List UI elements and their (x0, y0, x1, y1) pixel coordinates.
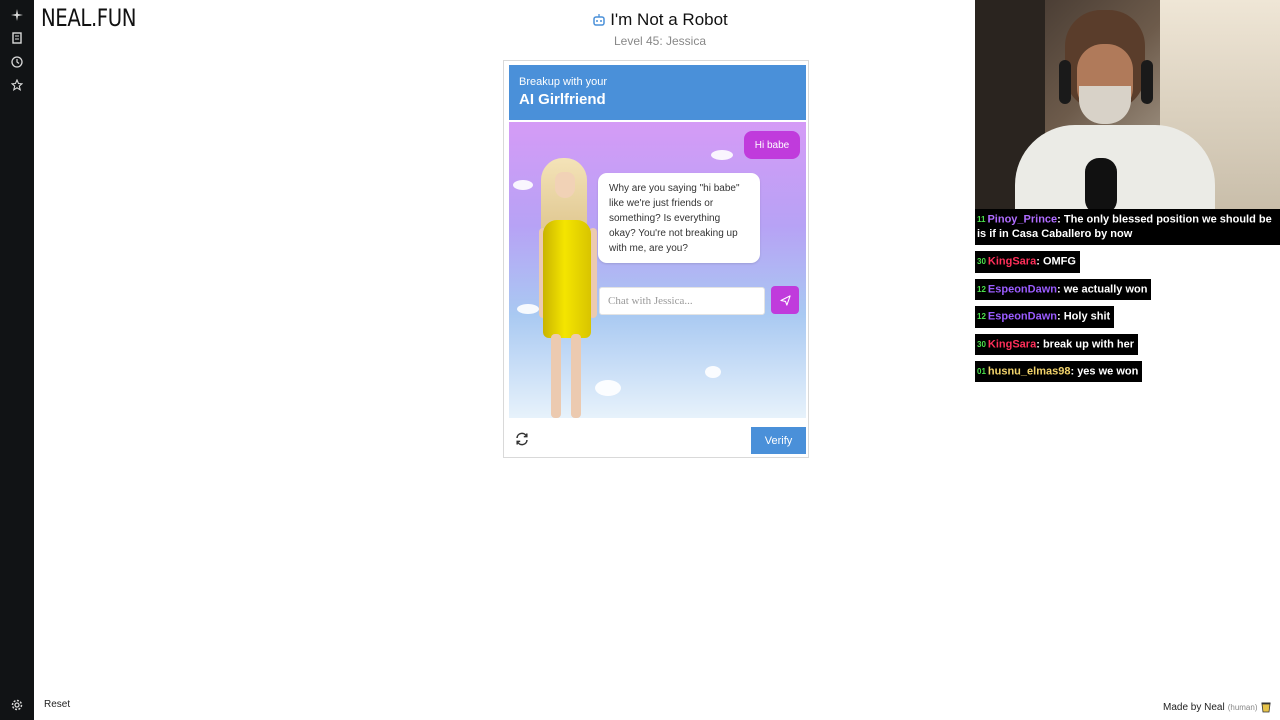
chat-text: yes we won (1077, 365, 1139, 378)
chat-text: OMFG (1042, 255, 1076, 268)
subscriber-badge-icon: 12 (977, 312, 986, 322)
chat-message: 30 KingSara: break up with her (975, 333, 1139, 356)
chat-input[interactable] (599, 287, 765, 315)
ai-girlfriend-avatar (531, 158, 601, 418)
chat-username[interactable]: KingSara (988, 256, 1036, 268)
page-title: I'm Not a Robot (560, 10, 760, 30)
chat-username[interactable]: Pinoy_Prince (987, 213, 1057, 225)
subscriber-badge-icon: 30 (977, 257, 986, 267)
chat-message: 12 EspeonDawn: Holy shit (975, 306, 1115, 328)
made-by-text: Made by Neal (1163, 701, 1225, 713)
human-label: (human) (1227, 702, 1258, 712)
clock-icon[interactable] (9, 54, 25, 70)
chat-text: Holy shit (1063, 310, 1111, 323)
coffee-cup-icon (1261, 701, 1271, 713)
chat-message: 12 EspeonDawn: we actually won (975, 278, 1152, 301)
bot-message-bubble: Why are you saying "hi babe" like we're … (598, 173, 760, 263)
chat-username[interactable]: husnu_elmas98 (988, 365, 1071, 377)
user-message-bubble: Hi babe (744, 131, 800, 159)
subscriber-badge-icon: 01 (977, 367, 986, 377)
chat-text: break up with her (1042, 338, 1135, 351)
subscriber-badge-icon: 11 (977, 215, 986, 224)
chat-message: 11 Pinoy_Prince: The only blessed positio… (975, 209, 1280, 246)
chat-message: 30 KingSara: OMFG (975, 251, 1080, 273)
refresh-icon (516, 432, 528, 446)
gear-icon[interactable] (9, 697, 25, 713)
send-icon (779, 294, 791, 306)
made-by-credit[interactable]: Made by Neal (human) (1163, 701, 1271, 713)
document-icon[interactable] (9, 30, 25, 46)
verify-button[interactable]: Verify (751, 427, 806, 454)
site-logo[interactable]: NEAL.FUN (41, 4, 136, 32)
refresh-button[interactable] (514, 431, 530, 447)
reset-button[interactable]: Reset (44, 699, 70, 710)
chat-scene: Hi babe Why are you saying "hi babe" lik… (509, 122, 806, 418)
sparkle-icon[interactable] (9, 7, 25, 23)
captcha-subtitle: Breakup with your (519, 76, 608, 88)
chat-username[interactable]: EspeonDawn (988, 283, 1057, 295)
chat-message: 01 husnu_elmas98: yes we won (975, 361, 1143, 383)
chat-username[interactable]: KingSara (988, 338, 1036, 350)
robot-icon (592, 13, 606, 27)
captcha-card: Breakup with your AI Girlfriend Hi babe … (503, 60, 809, 458)
cloud (513, 180, 533, 190)
stream-chat: 11 Pinoy_Prince: The only blessed positio… (975, 209, 1280, 388)
captcha-header: Breakup with your AI Girlfriend (509, 65, 806, 120)
cloud (705, 366, 721, 378)
title-text: I'm Not a Robot (610, 10, 728, 29)
captcha-title: AI Girlfriend (519, 91, 606, 108)
star-icon[interactable] (9, 77, 25, 93)
chat-text: we actually won (1063, 283, 1148, 296)
page-header: I'm Not a Robot Level 45: Jessica (560, 10, 760, 48)
chat-username[interactable]: EspeonDawn (988, 311, 1057, 323)
send-button[interactable] (771, 286, 799, 314)
subscriber-badge-icon: 30 (977, 339, 986, 349)
cloud (711, 150, 733, 160)
subscriber-badge-icon: 12 (977, 284, 986, 294)
webcam-feed (975, 0, 1280, 214)
left-rail (0, 0, 34, 720)
level-label: Level 45: Jessica (613, 34, 707, 48)
